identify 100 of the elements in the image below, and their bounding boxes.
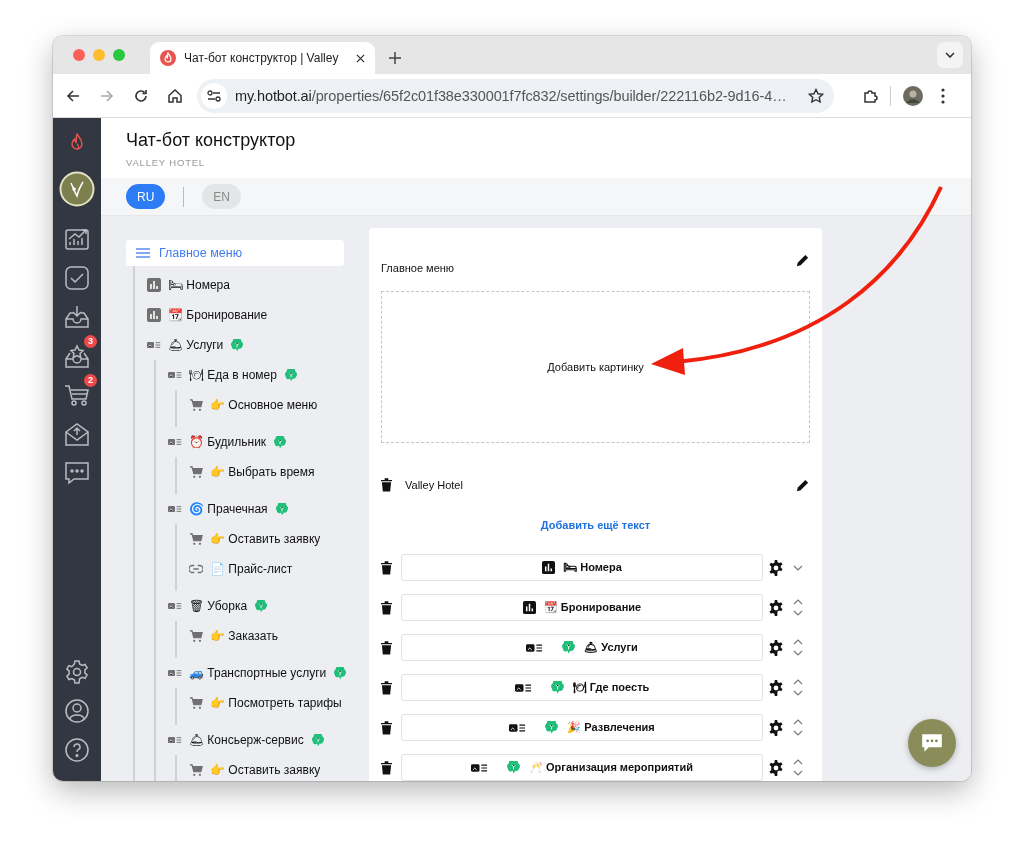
star-tray-icon[interactable] <box>64 342 90 369</box>
chevron-down-icon[interactable] <box>793 730 803 736</box>
address-bar[interactable]: my.hotbot.ai/properties/65f2c01f38e330001f7fc832/settings/builder/222116b2-9d16-4… <box>197 78 834 113</box>
bar-chart-icon <box>147 308 161 322</box>
image-list-icon <box>509 722 527 733</box>
tab-title: Чат-бот конструктор | Valley <box>184 51 340 65</box>
chevron-up-icon[interactable] <box>793 679 803 685</box>
settings-icon[interactable] <box>768 559 784 576</box>
profile-avatar[interactable] <box>903 85 923 106</box>
chevron-up-icon[interactable] <box>793 639 803 645</box>
trash-icon[interactable] <box>381 720 392 735</box>
cart-icon <box>189 696 203 710</box>
more-icon[interactable] <box>941 87 945 104</box>
tree-item[interactable]: ⏰ Будильник <box>168 427 288 457</box>
trash-icon[interactable] <box>381 680 392 695</box>
cart-icon <box>189 532 203 546</box>
tree-item[interactable]: 👉 Основное меню <box>189 390 318 420</box>
chevron-down-icon[interactable] <box>793 690 803 696</box>
menu-button-item[interactable]: 🛏 Номера <box>401 554 763 581</box>
tree-item[interactable]: 🛎 Консьерж-сервис <box>168 725 325 755</box>
menu-button-item[interactable]: 🍽 Где поесть <box>401 674 763 701</box>
tree-item[interactable]: 🛎 Услуги <box>147 330 245 360</box>
count-badge: 3 <box>84 334 97 348</box>
star-icon[interactable] <box>808 87 824 104</box>
cart-icon <box>189 763 203 777</box>
menu-button-item[interactable]: 🛎 Услуги <box>401 634 763 661</box>
plus-icon[interactable] <box>389 52 401 64</box>
tree-item[interactable]: 🍽 Еда в номер <box>168 360 298 390</box>
menu-button-item[interactable]: 🎉 Развлечения <box>401 714 763 741</box>
reload-icon[interactable] <box>133 87 149 104</box>
settings-icon[interactable] <box>768 639 784 656</box>
flame-icon[interactable] <box>69 133 85 153</box>
tree-item[interactable]: 📆 Бронирование <box>147 300 268 330</box>
tree-item[interactable]: 📄 Прайс-лист <box>189 554 293 584</box>
pencil-icon[interactable] <box>795 252 810 268</box>
puzzle-icon[interactable] <box>862 87 878 104</box>
trash-icon[interactable] <box>381 478 392 492</box>
message-title: Главное меню <box>381 262 455 274</box>
cart-icon <box>189 465 203 479</box>
reorder-control[interactable] <box>793 759 805 776</box>
language-tab[interactable]: RU <box>126 184 166 209</box>
tree-item[interactable]: 👉 Посмотреть тарифы <box>189 688 342 718</box>
chat-icon[interactable] <box>64 459 90 486</box>
page-title: Чат-бот конструктор <box>126 130 297 151</box>
bar-chart-icon <box>542 561 556 574</box>
chevron-down-icon[interactable] <box>793 610 803 616</box>
avatar-icon[interactable] <box>59 171 95 207</box>
tree-item[interactable]: 👉 Выбрать время <box>189 457 315 487</box>
reorder-control[interactable] <box>793 679 805 696</box>
checkbox-icon[interactable] <box>64 264 90 291</box>
cart-icon <box>189 629 203 643</box>
reorder-control[interactable] <box>793 719 805 736</box>
site-settings-button[interactable] <box>201 82 227 109</box>
cart-icon <box>189 398 203 412</box>
bar-chart-icon <box>522 601 536 614</box>
pencil-icon[interactable] <box>795 477 810 493</box>
user-icon[interactable] <box>64 697 90 724</box>
tree-item[interactable]: 👉 Оставить заявку <box>189 755 321 781</box>
chevron-down-icon <box>945 52 955 58</box>
page-subtitle: VALLEY HOTEL <box>126 157 206 168</box>
chevron-up-icon[interactable] <box>793 719 803 725</box>
trash-icon[interactable] <box>381 760 392 775</box>
help-icon[interactable] <box>64 736 90 763</box>
tree-item[interactable]: Главное меню <box>126 240 344 266</box>
reorder-control[interactable] <box>793 599 805 616</box>
tree-item[interactable]: 🛏 Номера <box>147 270 230 300</box>
tree-item[interactable]: 👉 Оставить заявку <box>189 524 321 554</box>
tree-item[interactable]: 🚙 Транспортные услуги <box>168 658 348 688</box>
inbox-download-icon[interactable] <box>64 303 90 330</box>
menu-button-item[interactable]: 📆 Бронирование <box>401 594 763 621</box>
flame-icon <box>160 50 176 66</box>
trash-icon[interactable] <box>381 600 392 615</box>
settings-icon[interactable] <box>768 719 784 736</box>
menu-icon <box>136 248 150 258</box>
add-text-link[interactable]: Добавить ещё текст <box>540 519 651 531</box>
settings-icon[interactable] <box>768 679 784 696</box>
settings-icon[interactable] <box>64 658 90 685</box>
menu-button-item[interactable]: 🥂 Организация мероприятий <box>401 754 763 781</box>
close-icon[interactable] <box>356 53 365 63</box>
tree-item[interactable]: 🗑 Уборка <box>168 591 269 621</box>
count-badge: 2 <box>84 373 97 387</box>
bar-chart-icon <box>147 278 161 292</box>
trash-icon[interactable] <box>381 560 392 575</box>
chevron-up-icon[interactable] <box>793 599 803 605</box>
tree-item[interactable]: 🌀 Прачечная <box>168 494 289 524</box>
envelope-icon[interactable] <box>64 420 90 447</box>
back-icon[interactable] <box>65 87 81 104</box>
chevron-down-icon[interactable] <box>793 650 803 656</box>
chevron-up-icon[interactable] <box>793 759 803 765</box>
home-icon[interactable] <box>167 87 183 104</box>
chevron-down-icon[interactable] <box>793 770 803 776</box>
trash-icon[interactable] <box>381 640 392 655</box>
settings-icon[interactable] <box>768 759 784 776</box>
tree-item[interactable]: 👉 Заказать <box>189 621 278 651</box>
settings-icon[interactable] <box>768 599 784 616</box>
image-list-icon <box>471 762 488 773</box>
sliders-icon <box>207 89 221 102</box>
reorder-control[interactable] <box>793 639 805 656</box>
tab-list-button[interactable] <box>937 42 963 68</box>
browser-tab[interactable]: Чат-бот конструктор | Valley <box>150 42 375 74</box>
